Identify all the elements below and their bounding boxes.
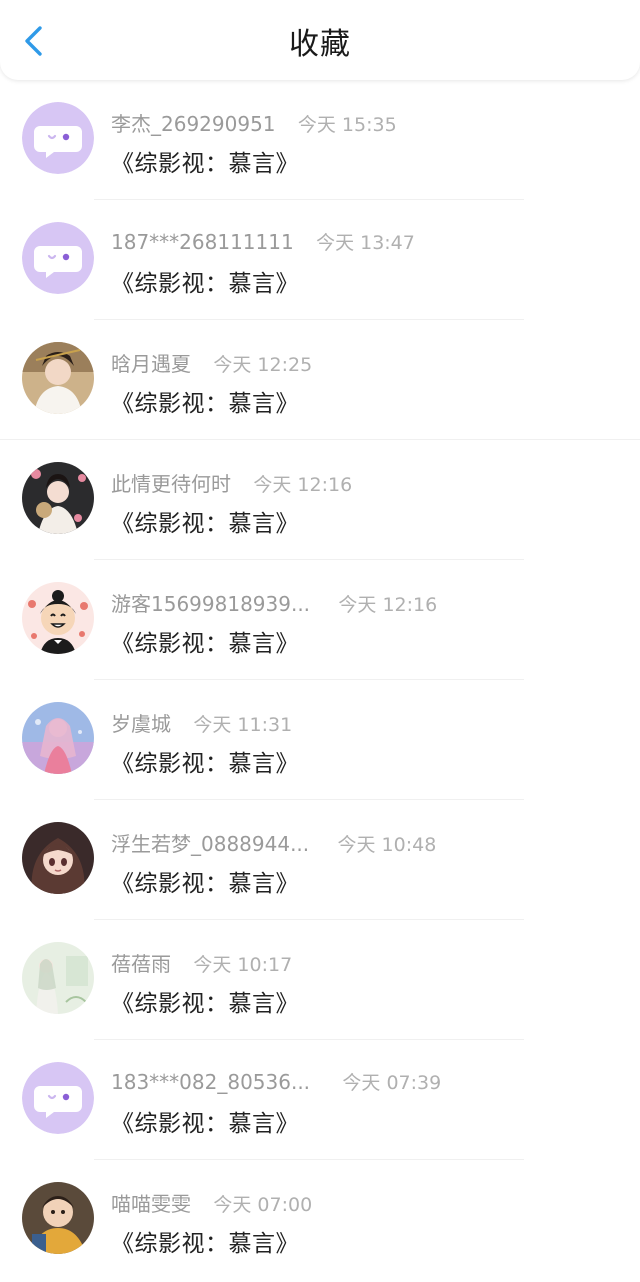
anime-avatar[interactable] [22, 822, 94, 894]
list-item[interactable]: 183***082_80536... 今天 07:39 《综影视：慕言》 [0, 1042, 640, 1162]
divider [94, 919, 524, 920]
username: 李杰_269290951 [111, 112, 276, 136]
list-item[interactable]: 李杰_269290951 今天 15:35 《综影视：慕言》 [0, 82, 640, 202]
list-item[interactable]: 游客15699818939... 今天 12:16 《综影视：慕言》 [0, 562, 640, 682]
photo-avatar[interactable] [22, 462, 94, 534]
book-title[interactable]: 《综影视：慕言》 [111, 1104, 299, 1138]
list-item[interactable]: 晗月遇夏 今天 12:25 《综影视：慕言》 [0, 322, 640, 442]
list-item[interactable]: 岁虞城 今天 11:31 《综影视：慕言》 [0, 682, 640, 802]
username: 游客15699818939... [111, 592, 311, 616]
page-title: 收藏 [289, 27, 351, 62]
divider [0, 439, 640, 440]
book-title[interactable]: 《综影视：慕言》 [111, 984, 299, 1018]
timestamp: 今天 12:16 [253, 474, 353, 496]
timestamp: 今天 07:39 [342, 1072, 442, 1094]
username: 此情更待何时 [111, 472, 231, 496]
book-title[interactable]: 《综影视：慕言》 [111, 504, 299, 538]
list-item[interactable]: 喵喵雯雯 今天 07:00 《综影视：慕言》 [0, 1162, 640, 1282]
timestamp: 今天 13:47 [316, 232, 415, 254]
timestamp: 今天 07:00 [213, 1194, 313, 1216]
book-title[interactable]: 《综影视：慕言》 [111, 384, 299, 418]
divider [94, 319, 524, 320]
favorites-list: 李杰_269290951 今天 15:35 《综影视：慕言》 187***268… [0, 82, 640, 1282]
list-item[interactable]: 蓓蓓雨 今天 10:17 《综影视：慕言》 [0, 922, 640, 1042]
username: 晗月遇夏 [111, 352, 191, 376]
timestamp: 今天 12:16 [338, 594, 438, 616]
list-item[interactable]: 187***268111111 今天 13:47 《综影视：慕言》 [0, 202, 640, 322]
book-title[interactable]: 《综影视：慕言》 [111, 624, 299, 658]
timestamp: 今天 10:17 [193, 954, 293, 976]
book-title[interactable]: 《综影视：慕言》 [111, 864, 299, 898]
default-avatar-icon[interactable] [22, 222, 94, 294]
book-title[interactable]: 《综影视：慕言》 [111, 264, 299, 298]
default-avatar-icon[interactable] [22, 102, 94, 174]
divider [94, 1159, 524, 1160]
username: 喵喵雯雯 [111, 1192, 191, 1216]
book-title[interactable]: 《综影视：慕言》 [111, 744, 299, 778]
illustration-avatar[interactable] [22, 702, 94, 774]
default-avatar-icon[interactable] [22, 1062, 94, 1134]
timestamp: 今天 15:35 [297, 114, 397, 136]
book-title[interactable]: 《综影视：慕言》 [111, 1224, 299, 1258]
divider [94, 679, 524, 680]
timestamp: 今天 12:25 [213, 354, 313, 376]
photo-avatar[interactable] [22, 1182, 94, 1254]
username: 蓓蓓雨 [111, 952, 171, 976]
username: 岁虞城 [111, 712, 171, 736]
username: 浮生若梦_0888944... [111, 832, 310, 856]
photo-avatar[interactable] [22, 342, 94, 414]
book-title[interactable]: 《综影视：慕言》 [111, 144, 299, 178]
header-bar: 收藏 [0, 0, 640, 80]
timestamp: 今天 10:48 [337, 834, 437, 856]
divider [94, 799, 524, 800]
timestamp: 今天 11:31 [193, 714, 293, 736]
divider [94, 1039, 524, 1040]
divider [94, 559, 524, 560]
cartoon-avatar[interactable] [22, 582, 94, 654]
divider [94, 199, 524, 200]
list-item[interactable]: 此情更待何时 今天 12:16 《综影视：慕言》 [0, 442, 640, 562]
illustration-avatar[interactable] [22, 942, 94, 1014]
username: 183***082_80536... [111, 1070, 311, 1094]
username: 187***268111111 [111, 230, 294, 254]
list-item[interactable]: 浮生若梦_0888944... 今天 10:48 《综影视：慕言》 [0, 802, 640, 922]
